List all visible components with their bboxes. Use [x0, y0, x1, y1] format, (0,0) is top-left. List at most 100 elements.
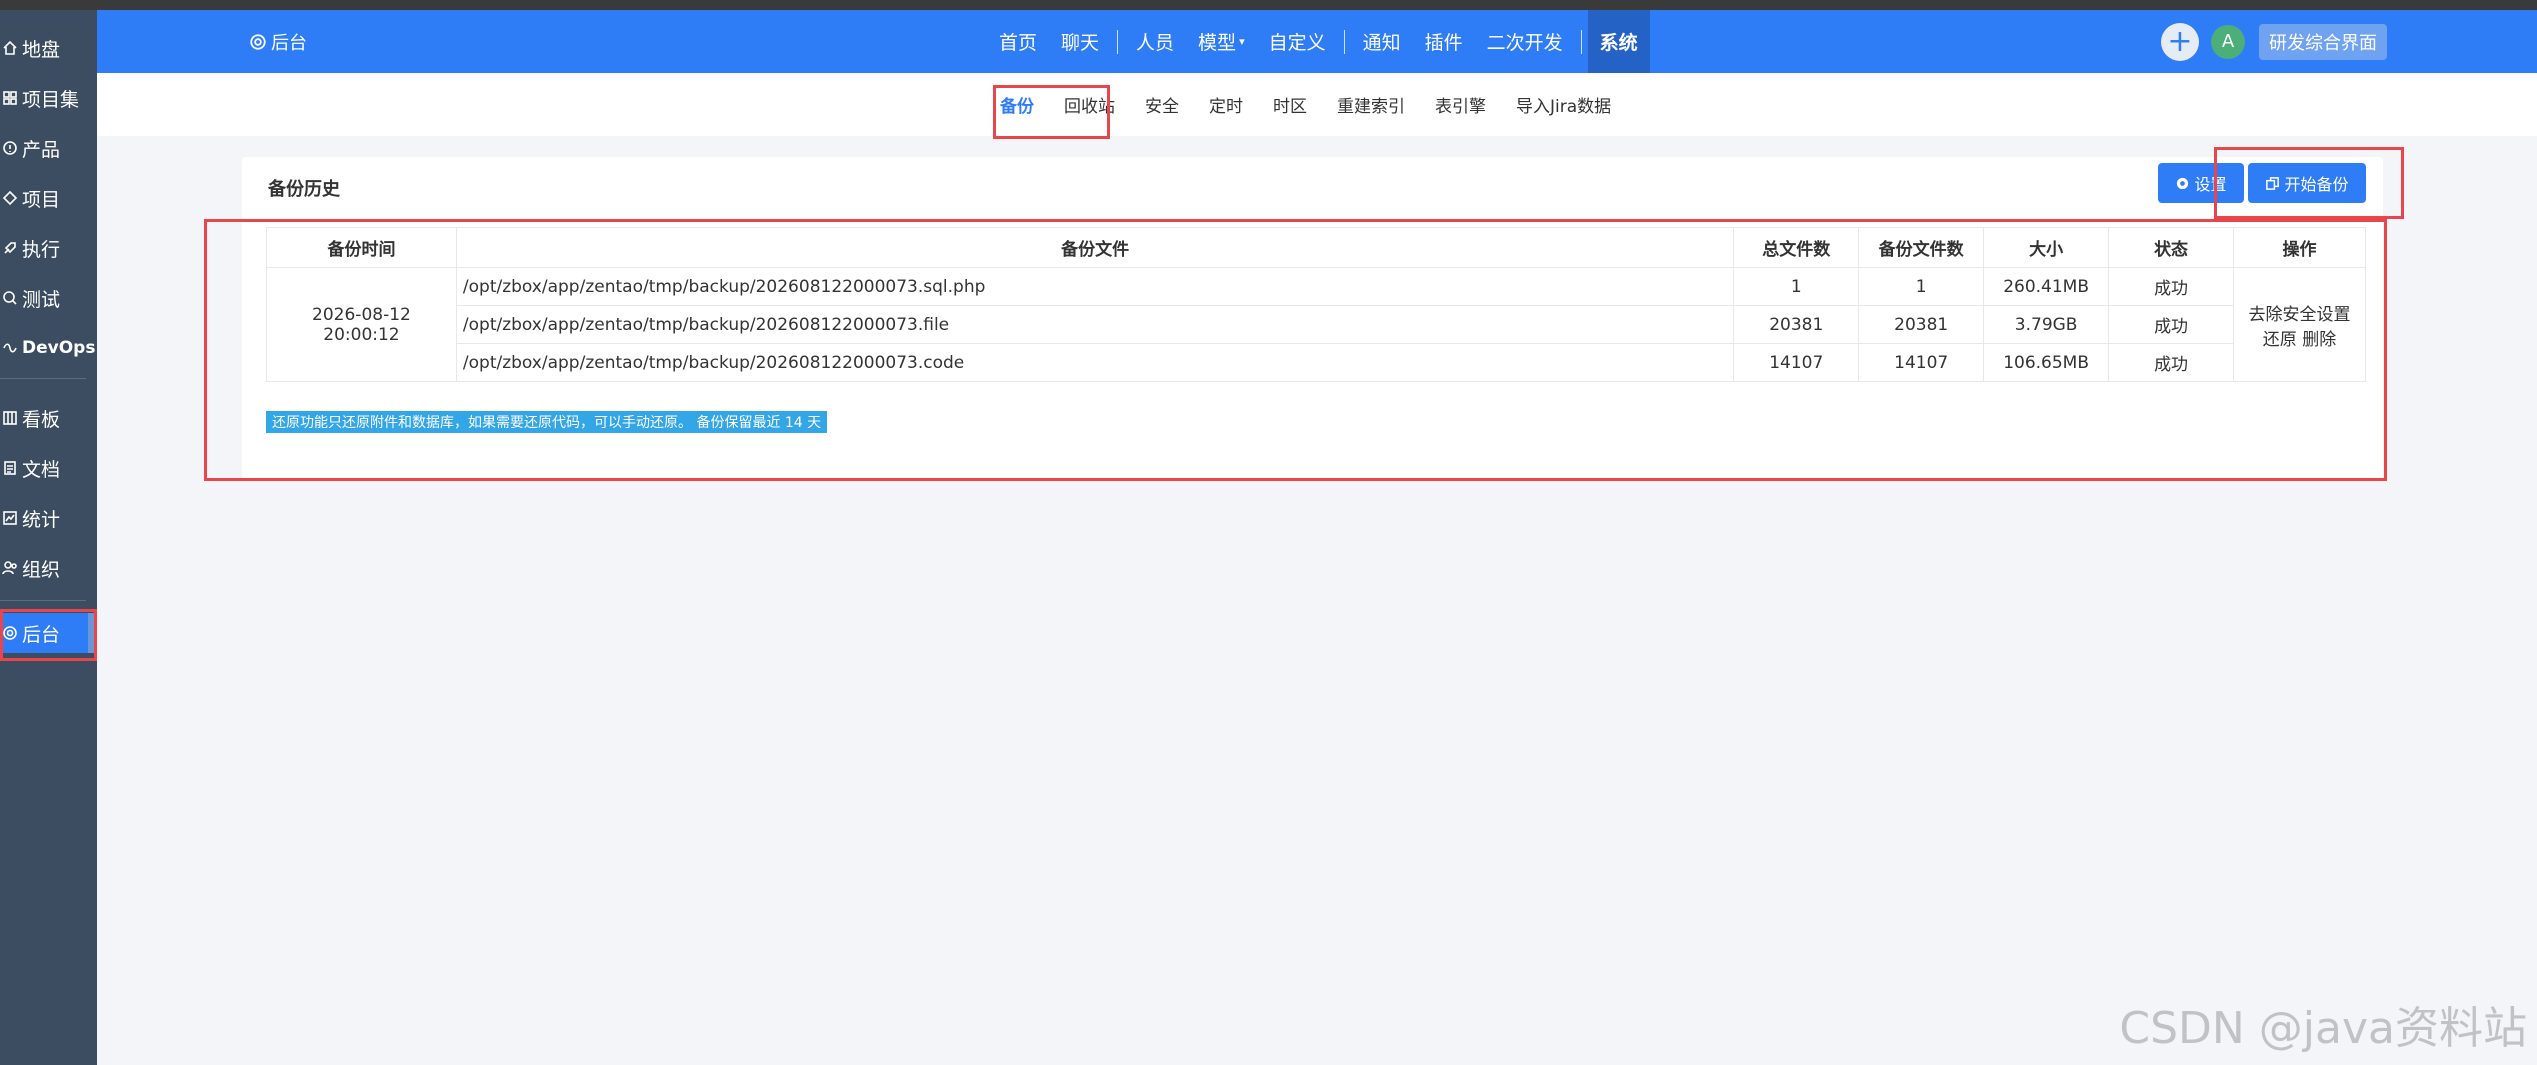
mode-switch-button[interactable]: 研发综合界面 — [2259, 23, 2387, 60]
sidebar-divider — [0, 600, 86, 601]
chart-icon — [2, 510, 18, 526]
restore-notice: 还原功能只还原附件和数据库，如果需要还原代码，可以手动还原。 备份保留最近 14… — [266, 411, 828, 433]
gear-icon — [2177, 177, 2189, 189]
tab-import-jira[interactable]: 导入Jira数据 — [1516, 92, 1611, 117]
tab-timezone[interactable]: 时区 — [1273, 92, 1307, 117]
sidebar-item-doc[interactable]: 文档 — [0, 448, 97, 488]
table-row: /opt/zbox/app/zentao/tmp/backup/20260812… — [267, 343, 2366, 382]
home-icon — [2, 40, 18, 56]
remove-security-link[interactable]: 去除安全设置 — [2249, 305, 2351, 325]
chevron-down-icon: ▾ — [1239, 35, 1245, 48]
sidebar-item-dashboard[interactable]: 地盘 — [0, 28, 97, 68]
table-row: 2026-08-12 20:00:12 /opt/zbox/app/zentao… — [266, 267, 2366, 382]
tab-security[interactable]: 安全 — [1145, 92, 1179, 117]
sidebar-item-label: 看板 — [22, 408, 61, 431]
settings-label: 设置 — [2194, 175, 2227, 194]
nav-dev[interactable]: 二次开发 — [1475, 10, 1575, 73]
devops-icon — [2, 340, 18, 356]
backup-file: /opt/zbox/app/zentao/tmp/backup/20260812… — [455, 343, 1735, 382]
sub-nav-items: 备份 回收站 安全 定时 时区 重建索引 表引擎 导入Jira数据 — [1000, 73, 1641, 136]
nav-chat[interactable]: 聊天 — [1049, 10, 1111, 73]
main-nav: 首页 聊天 人员 模型 ▾ 自定义 通知 插件 二次开发 系统 — [987, 10, 1650, 73]
sidebar-item-label: 地盘 — [22, 38, 61, 61]
tab-cron[interactable]: 定时 — [1209, 92, 1243, 117]
sidebar-item-project[interactable]: 项目 — [0, 178, 97, 218]
sidebar-item-label: DevOps — [22, 338, 96, 358]
backup-file: /opt/zbox/app/zentao/tmp/backup/20260812… — [455, 305, 1735, 344]
total-files: 1 — [1733, 267, 1860, 306]
tab-rebuild-index[interactable]: 重建索引 — [1337, 92, 1405, 117]
nav-people[interactable]: 人员 — [1124, 10, 1186, 73]
table-header-row: 备份时间 备份文件 总文件数 备份文件数 大小 状态 操作 — [266, 227, 2366, 268]
col-header: 操作 — [2233, 227, 2366, 268]
nav-custom[interactable]: 自定义 — [1257, 10, 1338, 73]
doc-icon — [2, 460, 18, 476]
start-backup-label: 开始备份 — [2284, 175, 2349, 194]
sidebar: 地盘 项目集 产品 项目 执行 测试 DevOps 看板 文档 统计 组织 后台 — [0, 10, 97, 1065]
copy-icon — [2266, 176, 2280, 190]
backup-files: 20381 — [1858, 305, 1985, 344]
col-header: 状态 — [2108, 227, 2235, 268]
brand-label: 后台 — [271, 32, 307, 54]
sidebar-item-org[interactable]: 组织 — [0, 548, 97, 588]
sidebar-item-execution[interactable]: 执行 — [0, 228, 97, 268]
sidebar-item-devops[interactable]: DevOps — [0, 328, 97, 368]
col-header: 备份时间 — [266, 227, 457, 268]
delete-link[interactable]: 删除 — [2302, 330, 2336, 350]
sidebar-item-label: 文档 — [22, 458, 61, 481]
header-right: + A 研发综合界面 — [2161, 10, 2537, 73]
status: 成功 — [2108, 267, 2235, 306]
sidebar-item-admin[interactable]: 后台 — [0, 613, 88, 653]
table-row: /opt/zbox/app/zentao/tmp/backup/20260812… — [267, 305, 2366, 344]
nav-plugin[interactable]: 插件 — [1413, 10, 1475, 73]
restore-link[interactable]: 还原 — [2263, 330, 2297, 350]
status: 成功 — [2108, 305, 2235, 344]
file-size: 3.79GB — [1983, 305, 2110, 344]
file-size: 260.41MB — [1983, 267, 2110, 306]
tab-table-engine[interactable]: 表引擎 — [1435, 92, 1486, 117]
nav-separator — [1343, 29, 1345, 54]
project-icon — [2, 190, 18, 206]
sidebar-item-stats[interactable]: 统计 — [0, 498, 97, 538]
sidebar-item-label: 项目 — [22, 188, 61, 211]
nav-notify[interactable]: 通知 — [1351, 10, 1413, 73]
test-icon — [2, 290, 18, 306]
sidebar-item-label: 组织 — [22, 558, 61, 581]
sidebar-item-kanban[interactable]: 看板 — [0, 398, 97, 438]
nav-model[interactable]: 模型 ▾ — [1186, 10, 1257, 73]
tab-recycle[interactable]: 回收站 — [1064, 92, 1115, 117]
nav-system[interactable]: 系统 — [1587, 10, 1650, 73]
sidebar-item-program[interactable]: 项目集 — [0, 78, 97, 118]
gear-icon — [2, 625, 18, 641]
col-header: 备份文件 — [455, 227, 1735, 268]
create-button[interactable]: + — [2161, 22, 2199, 61]
sidebar-item-label: 后台 — [22, 623, 61, 646]
kanban-icon — [2, 410, 18, 426]
nav-separator — [1580, 29, 1582, 54]
col-header: 总文件数 — [1733, 227, 1860, 268]
header-brand[interactable]: 后台 — [249, 10, 307, 73]
sidebar-item-label: 统计 — [22, 508, 61, 531]
sidebar-item-label: 项目集 — [22, 88, 80, 111]
nav-separator — [1117, 29, 1119, 54]
tab-backup[interactable]: 备份 — [1000, 92, 1034, 117]
start-backup-button[interactable]: 开始备份 — [2248, 163, 2366, 203]
backup-files: 14107 — [1858, 343, 1985, 382]
nav-home[interactable]: 首页 — [987, 10, 1049, 73]
sidebar-item-test[interactable]: 测试 — [0, 278, 97, 318]
backup-time: 2026-08-12 20:00:12 — [266, 267, 457, 382]
grid-icon — [2, 90, 18, 106]
settings-button[interactable]: 设置 — [2158, 163, 2244, 203]
backup-table: 备份时间 备份文件 总文件数 备份文件数 大小 状态 操作 2026-08-12… — [266, 227, 2366, 382]
sidebar-item-label: 产品 — [22, 138, 61, 161]
backup-file: /opt/zbox/app/zentao/tmp/backup/20260812… — [455, 267, 1735, 306]
total-files: 14107 — [1733, 343, 1860, 382]
org-icon — [2, 560, 18, 576]
total-files: 20381 — [1733, 305, 1860, 344]
sidebar-item-product[interactable]: 产品 — [0, 128, 97, 168]
avatar[interactable]: A — [2211, 24, 2245, 59]
rocket-icon — [2, 240, 18, 256]
gear-icon — [250, 33, 266, 50]
sub-nav: 备份 回收站 安全 定时 时区 重建索引 表引擎 导入Jira数据 — [97, 73, 2537, 136]
actions-cell: 去除安全设置 还原 删除 — [2233, 267, 2366, 382]
